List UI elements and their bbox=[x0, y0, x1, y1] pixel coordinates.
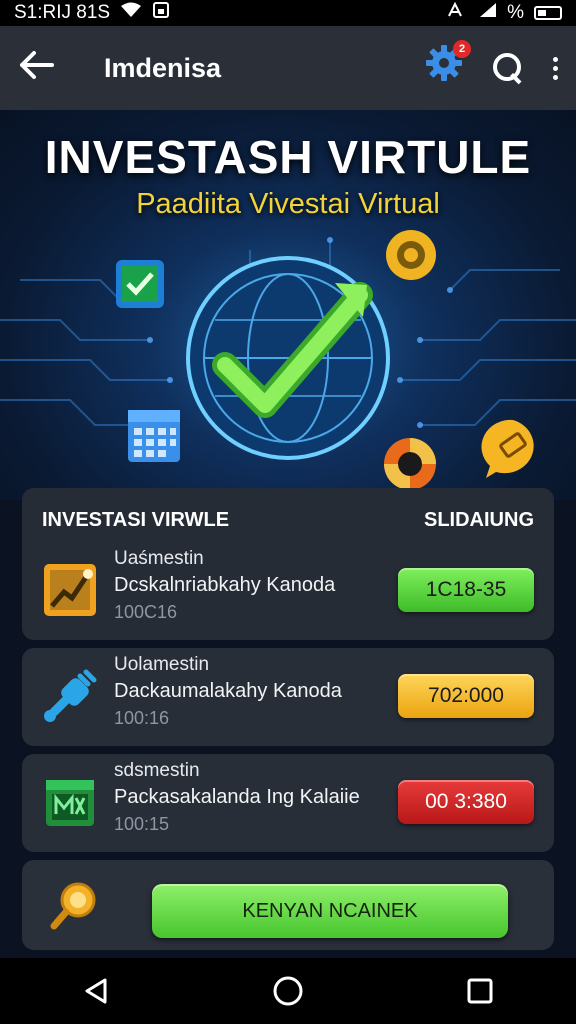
battery-percent: % bbox=[507, 2, 524, 23]
magnifier-key-icon bbox=[50, 882, 96, 930]
notification-badge: 2 bbox=[453, 40, 471, 58]
row-subtext: 100:15 bbox=[114, 814, 170, 834]
globe-check-icon bbox=[186, 256, 390, 460]
triangle-back-icon bbox=[85, 978, 107, 1004]
settings-button[interactable]: 2 bbox=[425, 40, 471, 92]
row-label: Uolamestin bbox=[114, 654, 210, 675]
list-item[interactable]: Uolamestin Dackaumalakahy Kanoda 100:16 … bbox=[22, 648, 554, 746]
sim-icon bbox=[152, 1, 170, 25]
status-time: S1:RIJ 81S bbox=[14, 2, 111, 23]
data-icon bbox=[447, 1, 469, 24]
row-value-button[interactable]: 702:000 bbox=[398, 674, 534, 718]
row-name: Dackaumalakahy Kanoda bbox=[114, 680, 342, 702]
row-label: sdsmestin bbox=[114, 760, 200, 781]
nav-back-button[interactable] bbox=[66, 961, 126, 1021]
row-subtext: 100:16 bbox=[114, 708, 170, 728]
primary-action-button[interactable]: KENYAN NCAINEK bbox=[152, 884, 508, 938]
list-item[interactable]: sdsmestin Packasakalanda Ing Kalaiie 100… bbox=[22, 754, 554, 852]
battery-icon bbox=[534, 6, 562, 20]
app-title: Imdenisa bbox=[104, 52, 222, 83]
circle-home-icon bbox=[273, 976, 303, 1006]
hero-banner: INVESTASH VIRTULE Paadiita Vivestai Virt… bbox=[0, 110, 576, 500]
search-button[interactable] bbox=[493, 53, 523, 85]
nav-home-button[interactable] bbox=[258, 961, 318, 1021]
arrow-left-icon bbox=[20, 50, 54, 79]
panel-header: INVESTASI VIRWLE SLIDAIUNG bbox=[22, 500, 554, 540]
signal-icon bbox=[479, 2, 497, 24]
row-value-button[interactable]: 1C18-35 bbox=[398, 568, 534, 612]
hero-title: INVESTASH VIRTULE bbox=[44, 131, 532, 183]
row-name: Dcskalnriabkahy Kanoda bbox=[114, 574, 336, 596]
row-label: Uaśmestin bbox=[114, 548, 204, 569]
calendar-icon bbox=[46, 780, 94, 826]
row-name: Packasakalanda Ing Kalaiie bbox=[114, 786, 360, 808]
chat-bubble-icon bbox=[481, 419, 534, 478]
gold-gear-icon bbox=[386, 230, 436, 280]
chart-up-icon bbox=[44, 564, 96, 616]
wifi-icon bbox=[120, 2, 142, 24]
list-item[interactable]: Uaśmestin Dcskalnriabkahy Kanoda 100C16 … bbox=[22, 542, 554, 640]
calendar-grid-icon bbox=[128, 410, 180, 462]
checkbox-icon bbox=[116, 260, 164, 308]
system-nav-bar bbox=[0, 958, 576, 1024]
more-vertical-icon bbox=[553, 56, 558, 62]
nav-recents-button[interactable] bbox=[450, 961, 510, 1021]
lifebuoy-icon bbox=[384, 438, 436, 490]
status-bar: S1:RIJ 81S % bbox=[0, 0, 576, 26]
plug-icon bbox=[44, 669, 97, 722]
app-bar: Imdenisa 2 bbox=[0, 26, 576, 110]
row-subtext: 100C16 bbox=[114, 602, 178, 622]
square-recents-icon bbox=[467, 978, 493, 1004]
more-options-button[interactable] bbox=[553, 56, 558, 80]
back-button[interactable] bbox=[18, 47, 78, 90]
hero-subtitle: Paadiita Vivestai Virtual bbox=[136, 188, 440, 220]
row-value-button[interactable]: 00 3:380 bbox=[398, 780, 534, 824]
panel-left-heading: INVESTASI VIRWLE bbox=[42, 508, 230, 531]
panel-right-heading: SLIDAIUNG bbox=[424, 508, 534, 531]
